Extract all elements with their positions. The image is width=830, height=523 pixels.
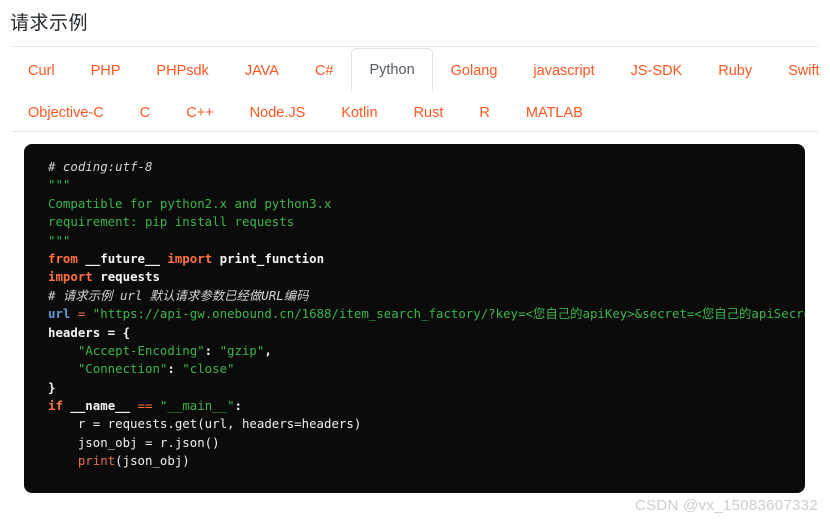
code-print-argument: (json_obj) bbox=[115, 453, 190, 469]
code-header-comma: , bbox=[264, 342, 272, 358]
code-line-13: } bbox=[48, 379, 805, 397]
code-comment-url-note: # 请求示例 url 默认请求参数已经做URL编码 bbox=[48, 287, 309, 303]
tab-nodejs[interactable]: Node.JS bbox=[232, 95, 324, 129]
code-kw-import-1: import bbox=[167, 250, 213, 266]
code-line-7: import requests bbox=[48, 268, 805, 286]
code-line-9: url = "https://api-gw.onebound.cn/1688/i… bbox=[48, 305, 805, 323]
tab-objective-c[interactable]: Objective-C bbox=[10, 95, 122, 129]
code-line-16: json_obj = r.json() bbox=[48, 434, 805, 452]
code-line-3: Compatible for python2.x and python3.x bbox=[48, 195, 805, 213]
code-line-8: # 请求示例 url 默认请求参数已经做URL编码 bbox=[48, 287, 805, 305]
code-colon: : bbox=[234, 398, 243, 414]
tab-java[interactable]: JAVA bbox=[227, 48, 297, 92]
code-line-12: "Connection": "close" bbox=[48, 360, 805, 378]
code-string-url: "https://api-gw.onebound.cn/1688/item_se… bbox=[92, 306, 805, 322]
code-line-4: requirement: pip install requests bbox=[48, 213, 805, 231]
code-docstring-close: """ bbox=[48, 232, 71, 248]
tab-golang[interactable]: Golang bbox=[433, 48, 516, 92]
code-header-sep-1: : bbox=[204, 342, 220, 358]
code-doc-requirement: requirement: pip install requests bbox=[48, 214, 295, 230]
tab-js-sdk[interactable]: JS-SDK bbox=[613, 48, 701, 92]
code-symbol-print-function: print_function bbox=[219, 250, 325, 266]
page-title: 请求示例 bbox=[10, 13, 89, 34]
tab-matlab[interactable]: MATLAB bbox=[508, 95, 601, 129]
code-line-17: print(json_obj) bbox=[48, 452, 805, 470]
code-line-14: if __name__ == "__main__": bbox=[48, 397, 805, 415]
tab-rust[interactable]: Rust bbox=[396, 95, 462, 129]
tab-php[interactable]: PHP bbox=[73, 48, 139, 92]
tab-c[interactable]: C bbox=[122, 95, 168, 129]
code-headers-close-brace: } bbox=[48, 379, 56, 395]
tab-r[interactable]: R bbox=[461, 95, 507, 129]
tab-cpp[interactable]: C++ bbox=[168, 95, 231, 129]
code-module-future: __future__ bbox=[85, 250, 160, 266]
tab-curl[interactable]: Curl bbox=[10, 48, 73, 92]
code-line-10: headers = { bbox=[48, 324, 805, 342]
tab-csharp[interactable]: C# bbox=[297, 48, 352, 92]
code-header-key-connection: "Connection" bbox=[77, 361, 168, 377]
language-tab-row-2: Objective-C C C++ Node.JS Kotlin Rust R … bbox=[0, 92, 830, 132]
code-json-parse-call: json_obj = r.json() bbox=[48, 434, 220, 450]
code-sample-block[interactable]: # coding:utf-8 """ Compatible for python2.… bbox=[24, 144, 805, 493]
code-line-1: # coding:utf-8 bbox=[48, 158, 805, 176]
code-line-2: """ bbox=[48, 176, 805, 194]
tab-javascript[interactable]: javascript bbox=[515, 48, 612, 92]
code-fn-print: print bbox=[77, 453, 116, 469]
code-dunder-name: __name__ bbox=[70, 398, 131, 414]
tab-kotlin[interactable]: Kotlin bbox=[323, 95, 395, 129]
code-line-15: r = requests.get(url, headers=headers) bbox=[48, 415, 805, 433]
code-header-value-gzip: "gzip" bbox=[219, 342, 265, 358]
code-requests-get-call: r = requests.get(url, headers=headers) bbox=[48, 416, 362, 432]
code-var-headers: headers = { bbox=[48, 324, 131, 340]
tab-phpsdk[interactable]: PHPsdk bbox=[138, 48, 226, 92]
code-sample-text: # coding:utf-8 """ Compatible for python2.… bbox=[24, 158, 805, 471]
code-line-5: """ bbox=[48, 232, 805, 250]
code-comment-coding: # coding:utf-8 bbox=[48, 159, 153, 174]
code-module-requests: requests bbox=[100, 269, 160, 285]
request-example-panel: 请求示例 Curl PHP PHPsdk JAVA C# Python Gola… bbox=[0, 0, 830, 514]
tab-python[interactable]: Python bbox=[351, 48, 433, 92]
tabs-divider bbox=[12, 131, 818, 132]
language-tab-row-1: Curl PHP PHPsdk JAVA C# Python Golang ja… bbox=[0, 47, 830, 92]
code-kw-import-2: import bbox=[48, 269, 93, 285]
code-kw-if: if bbox=[48, 398, 63, 414]
code-dunder-main: "__main__" bbox=[159, 398, 235, 414]
code-var-url: url bbox=[48, 306, 71, 322]
code-kw-from: from bbox=[48, 250, 78, 266]
code-header-sep-2: : bbox=[167, 361, 183, 377]
code-line-6: from __future__ import print_function bbox=[48, 250, 805, 268]
code-docstring-open: """ bbox=[48, 177, 71, 193]
code-line-11: "Accept-Encoding": "gzip", bbox=[48, 342, 805, 360]
code-header-key-accept-encoding: "Accept-Encoding" bbox=[77, 342, 205, 358]
language-tabs: Curl PHP PHPsdk JAVA C# Python Golang ja… bbox=[0, 47, 830, 132]
tab-swift[interactable]: Swift bbox=[770, 48, 830, 92]
csdn-watermark: CSDN @vx_15083607332 bbox=[634, 497, 818, 514]
code-doc-compatible: Compatible for python2.x and python3.x bbox=[48, 195, 332, 211]
tab-ruby[interactable]: Ruby bbox=[700, 48, 770, 92]
code-op-equals: == bbox=[137, 398, 153, 414]
code-header-value-close: "close" bbox=[182, 361, 235, 377]
